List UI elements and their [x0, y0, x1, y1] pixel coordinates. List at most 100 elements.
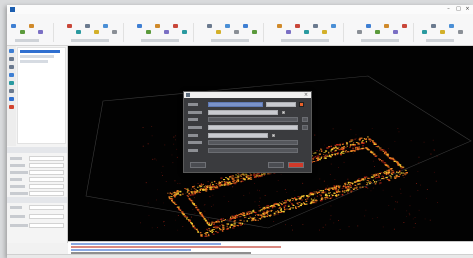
- filter-icon[interactable]: [422, 30, 427, 34]
- dialog-button-1[interactable]: [190, 162, 206, 168]
- dialog-checkbox[interactable]: [282, 111, 285, 114]
- dialog-field-label: [188, 111, 202, 114]
- toolbar-separator: [343, 23, 344, 42]
- application-window: – □ × ×: [7, 5, 473, 258]
- point-cloud-icon[interactable]: [173, 24, 178, 28]
- filter-icon[interactable]: [76, 30, 81, 34]
- property-value-field[interactable]: [29, 184, 64, 189]
- dialog-close-icon[interactable]: ×: [303, 92, 309, 98]
- select-icon[interactable]: [9, 49, 14, 53]
- window-title: [19, 7, 109, 11]
- settings-dialog[interactable]: ×: [183, 91, 312, 173]
- toolbar-separator: [123, 23, 124, 42]
- dialog-field[interactable]: [208, 140, 298, 145]
- export-icon[interactable]: [164, 30, 169, 34]
- segment-icon[interactable]: [85, 24, 90, 28]
- pan-icon[interactable]: [9, 57, 14, 61]
- settings-icon[interactable]: [234, 30, 239, 34]
- color-icon[interactable]: [449, 24, 454, 28]
- tree-item[interactable]: [20, 50, 60, 53]
- dialog-field[interactable]: [208, 110, 278, 115]
- settings-icon[interactable]: [357, 30, 362, 34]
- save-icon[interactable]: [20, 30, 25, 34]
- settings-icon[interactable]: [112, 30, 117, 34]
- property-value-field[interactable]: [29, 191, 64, 196]
- import-icon[interactable]: [277, 24, 282, 28]
- tree-item[interactable]: [20, 55, 54, 58]
- save-icon[interactable]: [375, 30, 380, 34]
- dialog-title-bar[interactable]: ×: [184, 92, 311, 98]
- point-cloud-icon[interactable]: [402, 24, 407, 28]
- color-icon[interactable]: [225, 24, 230, 28]
- toolbar-group-label: [361, 39, 399, 42]
- measure-icon[interactable]: [440, 30, 445, 34]
- property-value-field[interactable]: [29, 205, 64, 210]
- tree-item[interactable]: [20, 60, 48, 63]
- toolbar-ribbon: [7, 20, 473, 46]
- close-icon[interactable]: ×: [463, 6, 472, 13]
- export-icon[interactable]: [38, 30, 43, 34]
- property-value-field[interactable]: [29, 156, 64, 161]
- console-log-line: [71, 249, 191, 251]
- dialog-field[interactable]: [208, 148, 298, 153]
- import-icon[interactable]: [384, 24, 389, 28]
- maximize-icon[interactable]: □: [454, 6, 463, 13]
- open-file-icon[interactable]: [137, 24, 142, 28]
- toolbar-separator: [413, 23, 414, 42]
- dialog-button-3[interactable]: [288, 162, 304, 168]
- color-icon[interactable]: [9, 105, 14, 109]
- dialog-field-secondary[interactable]: [266, 102, 296, 107]
- layers-icon[interactable]: [9, 89, 14, 93]
- color-swatch[interactable]: [299, 102, 304, 107]
- segment-icon[interactable]: [313, 24, 318, 28]
- dialog-button-2[interactable]: [268, 162, 284, 168]
- import-icon[interactable]: [29, 24, 34, 28]
- save-icon[interactable]: [146, 30, 151, 34]
- dialog-field-label: [188, 126, 202, 129]
- open-file-icon[interactable]: [11, 24, 16, 28]
- point-cloud-icon[interactable]: [67, 24, 72, 28]
- filter-icon[interactable]: [182, 30, 187, 34]
- dialog-field[interactable]: [208, 117, 298, 122]
- segment-icon[interactable]: [431, 24, 436, 28]
- measure-icon[interactable]: [216, 30, 221, 34]
- info-icon[interactable]: [9, 97, 14, 101]
- segment-icon[interactable]: [207, 24, 212, 28]
- measure-icon[interactable]: [322, 30, 327, 34]
- property-value-field[interactable]: [29, 223, 64, 228]
- open-file-icon[interactable]: [366, 24, 371, 28]
- dialog-field[interactable]: [208, 133, 268, 138]
- fit-view-icon[interactable]: [9, 81, 14, 85]
- dialog-checkbox[interactable]: [272, 134, 275, 137]
- dialog-spinbox[interactable]: [302, 125, 308, 130]
- property-value-field[interactable]: [29, 177, 64, 182]
- dialog-field[interactable]: [208, 125, 298, 130]
- zoom-icon[interactable]: [9, 73, 14, 77]
- dialog-field[interactable]: [208, 102, 263, 107]
- property-value-field[interactable]: [29, 214, 64, 219]
- scene-tree[interactable]: [17, 47, 66, 144]
- point-cloud-icon[interactable]: [295, 24, 300, 28]
- status-bar: [7, 254, 473, 258]
- color-icon[interactable]: [103, 24, 108, 28]
- dialog-field-label: [188, 134, 198, 137]
- rotate-icon[interactable]: [9, 65, 14, 69]
- save-icon[interactable]: [252, 30, 257, 34]
- settings-icon[interactable]: [458, 30, 463, 34]
- color-icon[interactable]: [331, 24, 336, 28]
- measure-icon[interactable]: [94, 30, 99, 34]
- property-value-field[interactable]: [29, 170, 64, 175]
- import-icon[interactable]: [155, 24, 160, 28]
- 3d-viewport[interactable]: ×: [68, 46, 473, 241]
- property-value-field[interactable]: [29, 163, 64, 168]
- export-icon[interactable]: [286, 30, 291, 34]
- toolbar-group-label: [71, 39, 109, 42]
- filter-icon[interactable]: [304, 30, 309, 34]
- dialog-spinbox[interactable]: [302, 117, 308, 122]
- open-file-icon[interactable]: [243, 24, 248, 28]
- properties-panel: [7, 147, 67, 243]
- vertical-toolbar: [7, 46, 16, 146]
- export-icon[interactable]: [393, 30, 398, 34]
- toolbar-group-label: [211, 39, 249, 42]
- minimize-icon[interactable]: –: [444, 6, 453, 13]
